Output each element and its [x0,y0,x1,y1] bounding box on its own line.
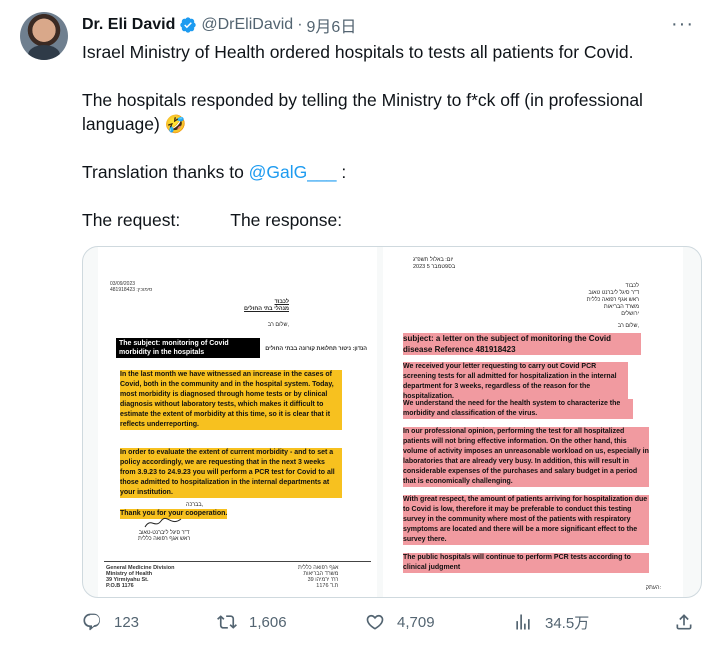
reply-icon [83,613,101,631]
tweet-date[interactable]: 9月6日 [307,13,357,37]
hebrew-regards: בברכה, [186,502,204,508]
share-icon [676,614,692,630]
response-greeting: שלום רב, [617,323,639,329]
view-count: 34.5万 [545,614,590,632]
response-subject: subject: a letter on the subject of moni… [403,333,641,355]
footer-hebrew: אגף רפואה כללית משרד הבריאות רח' ירמיהו … [298,565,339,589]
response-paragraph-5: The public hospitals will continue to pe… [403,553,649,573]
response-paragraph-3: In our professional opinion, performing … [403,427,649,487]
views-button[interactable]: 34.5万 [513,612,589,633]
letter-addressee: לכבוד מנהלי בתי החולים [244,299,289,312]
response-paragraph-1: We received your letter requesting to ca… [403,362,628,402]
reply-count: 123 [114,613,140,631]
response-label: The response: [230,210,343,230]
response-cc: העתק: [645,585,661,591]
request-paragraph-2: In order to evaluate the extent of curre… [120,448,342,498]
request-label: The request: [82,210,181,230]
like-button[interactable]: 4,709 [365,612,435,632]
response-paragraph-2: We understand the need for the health sy… [403,399,633,419]
tweet-media-image[interactable]: 03/09/2023 481918423 :סימוכין לכבוד מנהל… [82,246,702,598]
tweet-line-1: Israel Ministry of Health ordered hospit… [82,42,634,62]
tweet-line-2: The hospitals responded by telling the M… [82,90,643,134]
retweet-button[interactable]: 1,606 [217,612,287,632]
reply-button[interactable]: 123 [82,612,139,632]
tweet-header: Dr. Eli David @DrEliDavid · 9月6日 [82,14,356,36]
response-paragraph-4: With great respect, the amount of patien… [403,495,649,545]
more-options-icon[interactable]: ··· [671,13,694,36]
analytics-icon [516,614,530,630]
signature-scribble [144,517,182,528]
author-name[interactable]: Dr. Eli David [82,16,175,34]
hebrew-subject: הנדון: ניטור תחלואת קורונה בבתי החולים [265,346,367,352]
footer-divider [104,561,371,562]
heart-icon [366,614,384,630]
translation-prefix: Translation thanks to [82,162,249,182]
verified-badge-icon [180,17,197,33]
share-button[interactable] [674,612,706,632]
letter-reference: 481918423 :סימוכין [110,287,153,293]
response-letter-image: יום: באלול תשפ"ג 2023 בספטמבר 5 לכבוד ד"… [383,247,683,597]
like-count: 4,709 [397,613,435,631]
letter-greeting: שלום רב, [267,322,289,328]
mention-link[interactable]: @GalG___ [249,162,337,182]
retweet-count: 1,606 [249,613,287,631]
letter-signatory: ד"ר סיגל ליברנט-טאוב ראש אגף רפואה כללית [138,530,191,542]
response-date: יום: באלול תשפ"ג 2023 בספטמבר 5 [413,257,456,270]
tweet-body: Israel Ministry of Health ordered hospit… [82,40,702,232]
request-paragraph-1: In the last month we have witnessed an i… [120,370,342,430]
footer-english: General Medicine Division Ministry of He… [106,565,175,589]
author-handle[interactable]: @DrEliDavid [201,16,293,34]
request-letter-image: 03/09/2023 481918423 :סימוכין לכבוד מנהל… [98,247,377,597]
response-addressee: לכבוד ד"ר סיגל ליברנט טאוב ראש אגף רפואה… [586,283,639,317]
separator-dot: · [297,16,303,33]
tweet-actions: 123 1,606 4,709 34.5万 [82,608,702,636]
translation-suffix: : [336,162,347,182]
retweet-icon [217,615,237,629]
author-avatar[interactable] [20,12,68,60]
request-subject: The subject: monitoring of Covid morbidi… [116,338,260,358]
